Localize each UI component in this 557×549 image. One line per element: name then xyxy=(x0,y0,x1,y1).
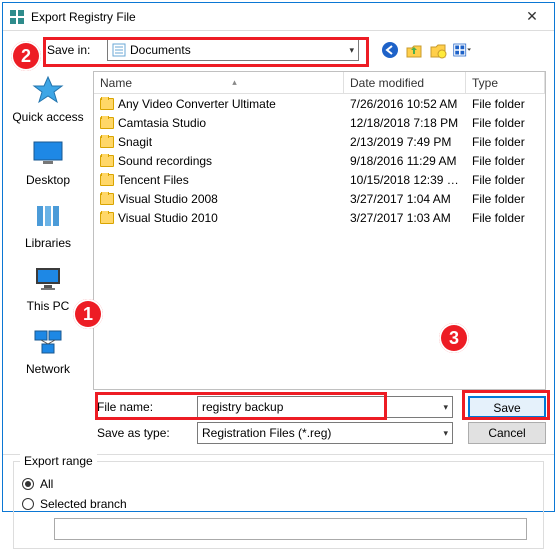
sort-indicator-icon: ▴ xyxy=(132,77,337,88)
file-date: 10/15/2018 12:39 … xyxy=(344,173,466,187)
cancel-button[interactable]: Cancel xyxy=(468,422,546,444)
radio-selected-label: Selected branch xyxy=(40,497,127,511)
place-libraries[interactable]: Libraries xyxy=(8,201,88,250)
chevron-down-icon: ▾ xyxy=(349,45,354,56)
place-label: Network xyxy=(8,362,88,376)
save-in-label: Save in: xyxy=(47,43,107,57)
file-type: File folder xyxy=(466,211,545,225)
place-network[interactable]: Network xyxy=(8,327,88,376)
savetype-value: Registration Files (*.reg) xyxy=(202,426,443,440)
filename-input[interactable]: registry backup ▾ xyxy=(197,396,453,418)
desktop-icon xyxy=(31,138,65,168)
annotation-badge-2: 2 xyxy=(11,41,41,71)
column-date[interactable]: Date modified xyxy=(344,72,466,93)
table-row[interactable]: Visual Studio 2008 3/27/2017 1:04 AMFile … xyxy=(94,189,545,208)
filename-row: File name: registry backup ▾ Save xyxy=(97,394,546,420)
file-name: Snagit xyxy=(118,135,152,149)
folder-icon xyxy=(100,174,114,186)
folder-icon xyxy=(100,193,114,205)
file-type: File folder xyxy=(466,116,545,130)
save-in-row: Save in: Documents ▾ xyxy=(47,39,544,61)
file-type: File folder xyxy=(466,154,545,168)
dialog-window: Export Registry File ✕ Save in: Document… xyxy=(2,2,555,512)
radio-all[interactable] xyxy=(22,478,34,490)
close-button[interactable]: ✕ xyxy=(516,8,548,25)
column-type[interactable]: Type xyxy=(466,72,545,93)
file-list-header: Name▴ Date modified Type xyxy=(94,72,545,94)
file-date: 3/27/2017 1:04 AM xyxy=(344,192,466,206)
documents-icon xyxy=(112,43,126,57)
title-bar: Export Registry File ✕ xyxy=(3,3,554,31)
export-range-group: Export range All Selected branch xyxy=(13,461,544,549)
file-date: 9/18/2016 11:29 AM xyxy=(344,154,466,168)
radio-selected-branch[interactable] xyxy=(22,498,34,510)
file-date: 7/26/2016 10:52 AM xyxy=(344,97,466,111)
new-folder-icon[interactable] xyxy=(429,41,447,59)
file-name: Sound recordings xyxy=(118,154,212,168)
filename-value: registry backup xyxy=(202,400,443,414)
table-row[interactable]: Visual Studio 2010 3/27/2017 1:03 AMFile … xyxy=(94,208,545,227)
place-label: Desktop xyxy=(8,173,88,187)
column-name-label: Name xyxy=(100,76,132,90)
file-list[interactable]: Name▴ Date modified Type Any Video Conve… xyxy=(93,71,546,390)
place-label: Quick access xyxy=(8,110,88,124)
file-date: 3/27/2017 1:03 AM xyxy=(344,211,466,225)
selected-branch-input[interactable] xyxy=(54,518,527,540)
file-type: File folder xyxy=(466,135,545,149)
radio-selected-row[interactable]: Selected branch xyxy=(22,494,535,514)
table-row[interactable]: Any Video Converter Ultimate 7/26/2016 10… xyxy=(94,94,545,113)
back-icon[interactable] xyxy=(381,41,399,59)
savetype-row: Save as type: Registration Files (*.reg)… xyxy=(97,420,546,446)
window-title: Export Registry File xyxy=(31,10,516,24)
save-in-combo[interactable]: Documents ▾ xyxy=(107,39,359,61)
annotation-badge-3: 3 xyxy=(439,323,469,353)
folder-icon xyxy=(100,98,114,110)
table-row[interactable]: Sound recordings 9/18/2016 11:29 AMFile f… xyxy=(94,151,545,170)
up-one-level-icon[interactable] xyxy=(405,41,423,59)
place-quick-access[interactable]: Quick access xyxy=(8,75,88,124)
bottom-fields: File name: registry backup ▾ Save Save a… xyxy=(97,394,546,446)
libraries-icon xyxy=(31,201,65,231)
savetype-label: Save as type: xyxy=(97,426,197,440)
radio-all-label: All xyxy=(40,477,53,491)
nav-toolbar xyxy=(381,41,471,59)
place-desktop[interactable]: Desktop xyxy=(8,138,88,187)
file-name: Camtasia Studio xyxy=(118,116,206,130)
annotation-badge-1: 1 xyxy=(73,299,103,329)
export-range-legend: Export range xyxy=(20,454,97,468)
folder-icon xyxy=(100,212,114,224)
star-icon xyxy=(31,75,65,105)
file-name: Visual Studio 2008 xyxy=(118,192,218,206)
save-button[interactable]: Save xyxy=(468,396,546,418)
chevron-down-icon: ▾ xyxy=(443,402,448,413)
file-date: 2/13/2019 7:49 PM xyxy=(344,135,466,149)
places-bar: Quick access Desktop Libraries This PC N… xyxy=(3,71,93,390)
radio-all-row[interactable]: All xyxy=(22,474,535,494)
file-type: File folder xyxy=(466,192,545,206)
savetype-combo[interactable]: Registration Files (*.reg) ▾ xyxy=(197,422,453,444)
network-icon xyxy=(31,327,65,357)
file-name: Tencent Files xyxy=(118,173,189,187)
registry-icon xyxy=(9,9,25,25)
filename-label: File name: xyxy=(97,400,197,414)
table-row[interactable]: Snagit 2/13/2019 7:49 PMFile folder xyxy=(94,132,545,151)
dialog-body: Quick access Desktop Libraries This PC N… xyxy=(3,71,554,390)
column-name[interactable]: Name▴ xyxy=(94,72,344,93)
file-type: File folder xyxy=(466,173,545,187)
view-menu-icon[interactable] xyxy=(453,41,471,59)
folder-icon xyxy=(100,117,114,129)
file-date: 12/18/2018 7:18 PM xyxy=(344,116,466,130)
folder-icon xyxy=(100,136,114,148)
file-type: File folder xyxy=(466,97,545,111)
this-pc-icon xyxy=(31,264,65,294)
folder-icon xyxy=(100,155,114,167)
table-row[interactable]: Tencent Files 10/15/2018 12:39 …File fold… xyxy=(94,170,545,189)
table-row[interactable]: Camtasia Studio 12/18/2018 7:18 PMFile fo… xyxy=(94,113,545,132)
file-name: Any Video Converter Ultimate xyxy=(118,97,276,111)
place-label: Libraries xyxy=(8,236,88,250)
file-name: Visual Studio 2010 xyxy=(118,211,218,225)
chevron-down-icon: ▾ xyxy=(443,428,448,439)
save-in-value: Documents xyxy=(130,43,349,57)
